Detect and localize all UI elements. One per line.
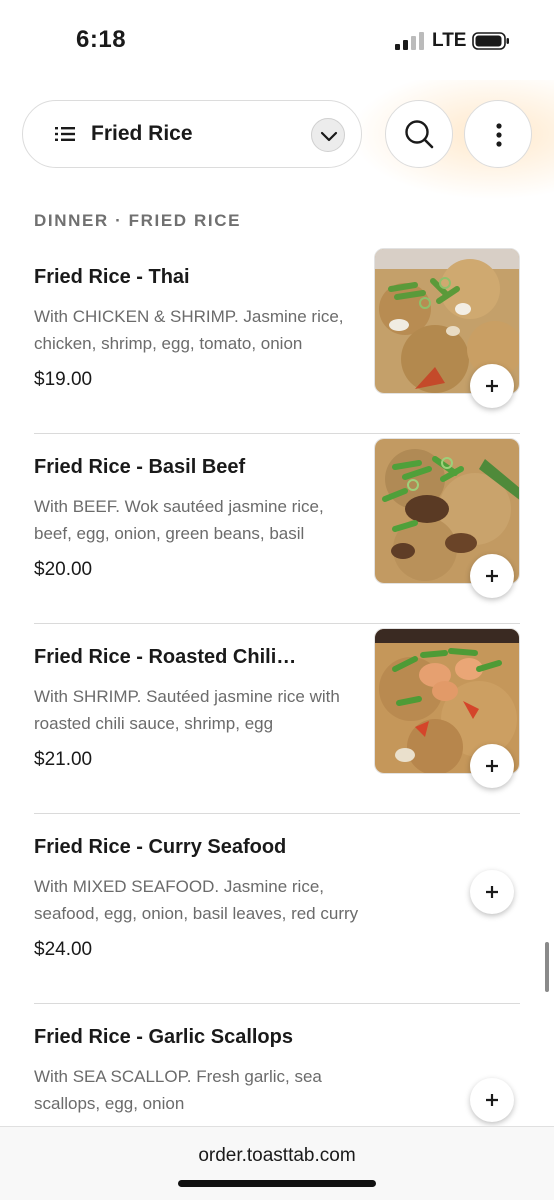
signal-strength-icon [395, 32, 425, 50]
item-description: With MIXED SEAFOOD. Jasmine rice, seafoo… [34, 877, 359, 923]
status-bar: 6:18 LTE [0, 0, 554, 80]
category-selector[interactable]: Fried Rice [22, 100, 362, 168]
menu-item[interactable]: Fried Rice - Roasted Chili… With SHRIMP.… [34, 628, 520, 814]
browser-address-bar[interactable]: order.toasttab.com [0, 1126, 554, 1200]
plus-icon [486, 1094, 498, 1106]
item-name: Fried Rice - Garlic Scallops [34, 1026, 293, 1048]
chevron-down-icon[interactable] [311, 118, 345, 152]
scrollbar[interactable] [545, 942, 549, 992]
section-heading: DINNER · FRIED RICE [34, 211, 242, 230]
menu-item[interactable]: Fried Rice - Thai With CHICKEN & SHRIMP.… [34, 248, 520, 434]
add-item-button[interactable] [470, 554, 514, 598]
item-name: Fried Rice - Roasted Chili… [34, 646, 297, 668]
item-description: With SEA SCALLOP. Fresh garlic, sea scal… [34, 1067, 322, 1113]
menu-item[interactable]: Fried Rice - Curry Seafood With MIXED SE… [34, 836, 520, 1004]
search-icon [405, 120, 434, 149]
list-icon [55, 127, 75, 141]
item-price: $21.00 [34, 749, 93, 770]
item-description: With BEEF. Wok sautéed jasmine rice, bee… [34, 497, 324, 543]
item-price: $20.00 [34, 559, 93, 580]
plus-icon [486, 886, 498, 898]
item-price: $24.00 [34, 939, 93, 960]
status-time: 6:18 [76, 26, 127, 53]
plus-icon [486, 760, 498, 772]
add-item-button[interactable] [470, 364, 514, 408]
search-button[interactable] [385, 100, 453, 168]
item-name: Fried Rice - Basil Beef [34, 456, 246, 478]
add-item-button[interactable] [470, 1078, 514, 1122]
add-item-button[interactable] [470, 744, 514, 788]
item-name: Fried Rice - Thai [34, 266, 190, 288]
more-options-button[interactable] [464, 100, 532, 168]
plus-icon [486, 570, 498, 582]
url-text[interactable]: order.toasttab.com [0, 1145, 554, 1167]
plus-icon [486, 380, 498, 392]
menu-item[interactable]: Fried Rice - Basil Beef With BEEF. Wok s… [34, 438, 520, 624]
item-description: With CHICKEN & SHRIMP. Jasmine rice, chi… [34, 307, 344, 353]
category-label: Fried Rice [91, 122, 193, 145]
battery-icon [472, 32, 509, 50]
item-name: Fried Rice - Curry Seafood [34, 836, 287, 858]
more-vertical-icon [496, 123, 502, 147]
item-price: $19.00 [34, 369, 93, 390]
item-description: With SHRIMP. Sautéed jasmine rice with r… [34, 687, 340, 733]
add-item-button[interactable] [470, 870, 514, 914]
network-type: LTE [432, 30, 467, 51]
home-indicator[interactable] [178, 1180, 376, 1187]
